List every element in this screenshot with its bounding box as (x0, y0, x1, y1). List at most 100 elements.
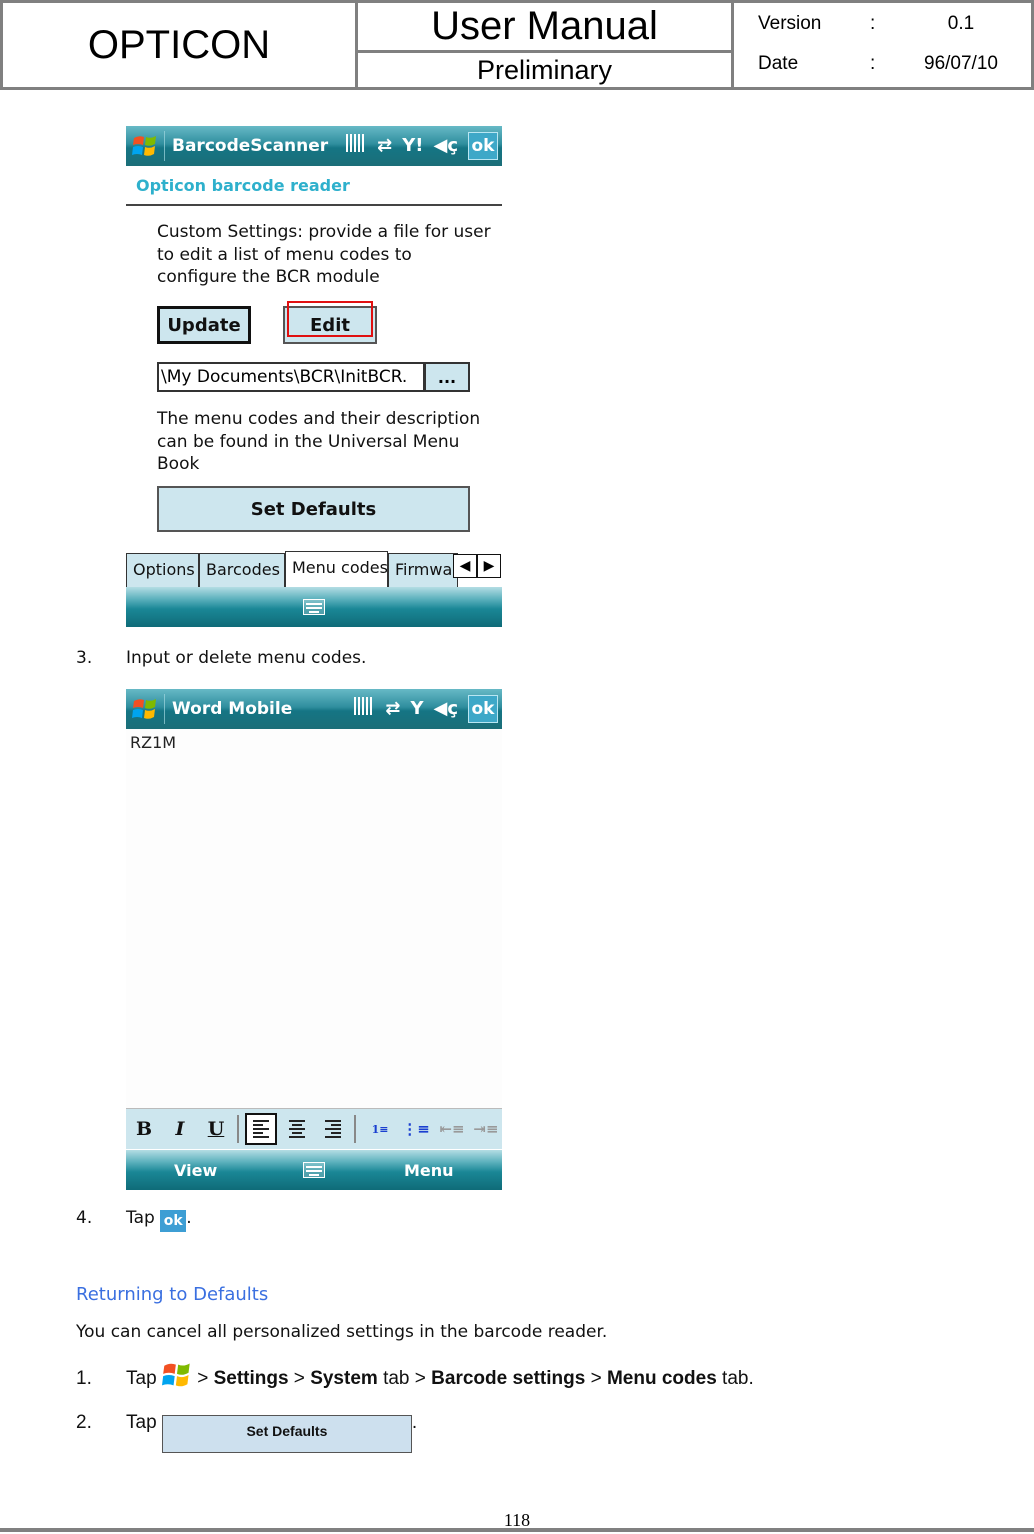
document-editor[interactable]: RZ1M (126, 729, 502, 1109)
barcode-scanner-screenshot: BarcodeScanner ⇄ Y! ◀ҫ ok Opticon barcod… (126, 126, 502, 627)
set-defaults-button[interactable]: Set Defaults (157, 486, 470, 532)
barcode-settings-label: Barcode settings (431, 1368, 586, 1389)
ok-button[interactable]: ok (468, 132, 498, 160)
barcode-icon[interactable] (345, 134, 367, 158)
keyboard-icon[interactable] (303, 1162, 325, 1178)
tab-strip: Options Barcodes Menu codes Firmwar ◀ ▶ (126, 551, 502, 587)
soft-key-bar: View Menu (126, 1150, 502, 1190)
status-icons: ⇄ Y ◀ҫ ok (353, 694, 498, 724)
align-right-icon[interactable] (317, 1113, 349, 1145)
step-text: Input or delete menu codes. (126, 648, 367, 668)
set-defaults-button-image: Set Defaults (161, 1415, 412, 1453)
tab-menu-codes[interactable]: Menu codes (285, 551, 388, 587)
align-center-icon[interactable] (281, 1113, 313, 1145)
italic-button[interactable]: I (164, 1113, 196, 1145)
keyboard-icon[interactable] (303, 599, 325, 615)
menu-softkey[interactable]: Menu (404, 1150, 454, 1190)
soft-key-bar (126, 587, 502, 627)
date-label: Date (758, 53, 799, 74)
bulleted-list-icon[interactable]: ⋮≡ (400, 1113, 432, 1145)
word-mobile-screenshot: Word Mobile ⇄ Y ◀ҫ ok RZ1M B I U 1≡ ⋮≡ ⇤… (126, 689, 502, 1190)
app-header-label: Opticon barcode reader (136, 176, 350, 195)
title-separator (164, 694, 165, 724)
volume-icon[interactable]: ◀ҫ (433, 694, 458, 724)
step-number: 1. (76, 1368, 92, 1389)
tab-scroll-left-icon[interactable]: ◀ (453, 554, 477, 578)
document-meta: Version : 0.1 Date : 96/07/10 (734, 3, 1031, 87)
path-separator: > (585, 1368, 607, 1389)
view-softkey[interactable]: View (174, 1150, 217, 1190)
title-separator (164, 131, 165, 161)
signal-icon[interactable]: Y (410, 694, 423, 724)
menu-codes-label: Menu codes (606, 1368, 717, 1389)
date-separator: : (870, 53, 876, 74)
step-number: 3. (76, 648, 93, 668)
step-number: 4. (76, 1208, 93, 1228)
update-button[interactable]: Update (157, 306, 251, 344)
windows-start-icon[interactable] (132, 696, 158, 722)
section-title: Returning to Defaults (76, 1284, 269, 1305)
document-title: User Manual (358, 3, 734, 53)
date-row: Date : 96/07/10 (758, 49, 1018, 79)
path-separator: tab > (377, 1368, 432, 1389)
version-value: 0.1 (947, 13, 975, 34)
step-suffix: . (411, 1412, 418, 1433)
section-intro: You can cancel all personalized settings… (76, 1322, 608, 1342)
increase-indent-icon[interactable]: ⇥≡ (470, 1113, 502, 1145)
defaults-step-1: 1. Tap > Settings > System tab > Barcode … (76, 1360, 754, 1390)
step-prefix: Tap (126, 1412, 157, 1433)
system-label: System (310, 1368, 378, 1389)
menu-book-info: The menu codes and their description can… (157, 409, 481, 474)
brand-name: OPTICON (3, 3, 358, 87)
file-path-input[interactable]: \My Documents\BCR\InitBCR. (157, 362, 425, 392)
numbered-list-icon[interactable]: 1≡ (364, 1113, 396, 1145)
align-left-icon[interactable] (245, 1113, 277, 1145)
footer-rule (0, 1528, 1034, 1532)
edit-button[interactable]: Edit (283, 306, 377, 344)
date-value: 96/07/10 (924, 53, 998, 74)
toolbar-separator (354, 1115, 356, 1143)
browse-button[interactable]: ... (424, 362, 470, 392)
signal-icon[interactable]: Y! (402, 131, 423, 161)
connectivity-icon[interactable]: ⇄ (385, 694, 400, 724)
path-separator: > (288, 1368, 311, 1389)
app-title: BarcodeScanner (172, 136, 329, 156)
step-3: 3. Input or delete menu codes. (76, 648, 366, 668)
document-text[interactable]: RZ1M (130, 733, 176, 752)
title-bar: BarcodeScanner ⇄ Y! ◀ҫ ok (126, 126, 502, 166)
step-number: 2. (76, 1412, 92, 1433)
ok-button[interactable]: ok (468, 695, 498, 723)
document-status: Preliminary (358, 53, 734, 87)
underline-button[interactable]: U (200, 1113, 232, 1145)
settings-label: Settings (213, 1368, 289, 1389)
decrease-indent-icon[interactable]: ⇤≡ (436, 1113, 468, 1145)
barcode-icon[interactable] (353, 697, 375, 721)
defaults-step-2: 2. Tap Set Defaults. (76, 1412, 417, 1453)
version-label: Version (758, 13, 822, 34)
step-prefix: Tap (126, 1208, 155, 1228)
step-prefix: Tap (126, 1368, 157, 1389)
path-separator: > (191, 1368, 214, 1389)
status-icons: ⇄ Y! ◀ҫ ok (345, 131, 498, 161)
app-title: Word Mobile (172, 699, 293, 719)
version-separator: : (870, 13, 876, 34)
tab-firmware[interactable]: Firmwar (388, 553, 458, 587)
windows-start-icon (161, 1363, 190, 1387)
bold-button[interactable]: B (128, 1113, 160, 1145)
tab-options[interactable]: Options (126, 553, 199, 587)
document-header: OPTICON User Manual Preliminary Version … (0, 0, 1034, 90)
version-row: Version : 0.1 (758, 9, 1018, 39)
ok-icon: ok (160, 1210, 187, 1232)
tab-scroll-right-icon[interactable]: ▶ (477, 554, 501, 578)
step-4: 4. Tap ok. (76, 1208, 192, 1232)
formatting-toolbar: B I U 1≡ ⋮≡ ⇤≡ ⇥≡ (126, 1109, 502, 1149)
windows-start-icon[interactable] (132, 133, 158, 159)
volume-icon[interactable]: ◀ҫ (433, 131, 458, 161)
tab-barcodes[interactable]: Barcodes (199, 553, 285, 587)
step-suffix: . (186, 1208, 192, 1228)
toolbar-separator (237, 1115, 239, 1143)
custom-settings-description: Custom Settings: provide a file for user… (157, 222, 491, 287)
title-bar: Word Mobile ⇄ Y ◀ҫ ok (126, 689, 502, 729)
connectivity-icon[interactable]: ⇄ (377, 131, 392, 161)
app-header: Opticon barcode reader (126, 166, 502, 206)
